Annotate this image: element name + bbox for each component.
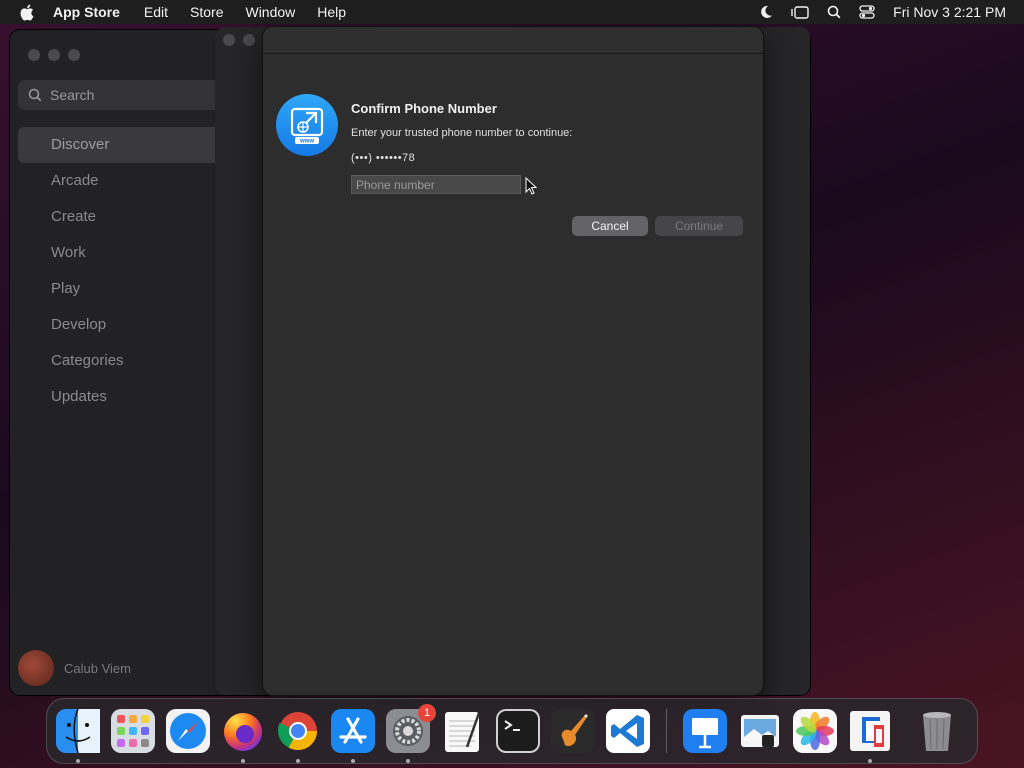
app-store-icon (331, 709, 375, 753)
running-indicator (296, 759, 300, 763)
dock-keynote[interactable] (683, 709, 727, 753)
trash-icon (923, 712, 951, 751)
dock-system-settings[interactable]: 1 (386, 704, 436, 763)
control-center-icon[interactable] (859, 5, 875, 19)
account-button[interactable]: Calub Viem (18, 650, 131, 686)
svg-text:www: www (299, 139, 314, 145)
user-name: Calub Viem (64, 660, 131, 676)
menu-help[interactable]: Help (317, 4, 346, 20)
dock-photos[interactable] (793, 709, 837, 753)
sidebar-item-categories[interactable]: Categories (18, 343, 215, 379)
safari-icon (166, 709, 210, 753)
sidebar-item-play[interactable]: Play (18, 271, 215, 307)
vscode-icon (606, 709, 650, 753)
mouse-pointer-icon (525, 176, 538, 200)
running-indicator (241, 759, 245, 763)
search-placeholder: Search (50, 87, 95, 103)
menu-bar-extras: Fri Nov 3 2:21 PM (759, 0, 1006, 24)
search-field[interactable]: Search (18, 80, 215, 110)
dock-terminal[interactable] (496, 709, 540, 753)
spotlight-search-icon[interactable] (827, 5, 841, 19)
masked-phone-number: (•••) ••••••78 (351, 152, 416, 164)
firefox-icon (224, 713, 262, 751)
web-link-icon: www (276, 94, 338, 156)
running-indicator (76, 759, 80, 763)
menu-bar: App Store Edit Store Window Help Fri Nov… (0, 0, 1024, 24)
menu-edit[interactable]: Edit (144, 4, 168, 20)
dock-launchpad[interactable] (111, 709, 155, 753)
dock-preview[interactable] (738, 709, 782, 753)
phone-number-input[interactable] (351, 175, 521, 194)
running-indicator (406, 759, 410, 763)
keynote-icon (683, 709, 727, 753)
zoom-button[interactable] (68, 49, 80, 61)
dock-trash[interactable] (915, 709, 959, 753)
dock-chrome[interactable] (276, 709, 320, 763)
cancel-button[interactable]: Cancel (572, 216, 648, 236)
stage-manager-icon[interactable] (791, 5, 809, 19)
dock-safari[interactable] (166, 709, 210, 753)
textedit-icon (445, 712, 481, 752)
sidebar-item-updates[interactable]: Updates (18, 379, 215, 415)
close-button[interactable] (28, 49, 40, 61)
sidebar: Search Discover Arcade Create Work Play … (10, 30, 215, 695)
minimize-button[interactable] (243, 34, 255, 46)
sidebar-item-create[interactable]: Create (18, 199, 215, 235)
sidebar-item-develop[interactable]: Develop (18, 307, 215, 343)
dialog-title: Confirm Phone Number (351, 101, 497, 116)
dock-finder[interactable] (56, 709, 100, 763)
menu-store[interactable]: Store (190, 4, 223, 20)
finder-icon (56, 709, 100, 753)
notification-badge: 1 (418, 704, 436, 722)
menu-clock[interactable]: Fri Nov 3 2:21 PM (893, 4, 1006, 20)
sidebar-item-discover[interactable]: Discover (18, 127, 215, 163)
photos-icon (793, 709, 837, 753)
running-indicator (351, 759, 355, 763)
menu-window[interactable]: Window (245, 4, 295, 20)
confirm-phone-dialog: www Confirm Phone Number Enter your trus… (263, 27, 763, 695)
minimize-button[interactable] (48, 49, 60, 61)
garageband-icon (551, 709, 595, 753)
dialog-subtitle: Enter your trusted phone number to conti… (351, 127, 573, 139)
search-icon (28, 88, 42, 102)
menu-app-name[interactable]: App Store (53, 4, 120, 20)
dock-app-store[interactable] (331, 709, 375, 763)
sidebar-item-arcade[interactable]: Arcade (18, 163, 215, 199)
window-controls (28, 49, 80, 61)
window-controls (223, 34, 255, 46)
preview-icon (741, 715, 779, 747)
dock-vscode[interactable] (606, 709, 650, 753)
continue-button[interactable]: Continue (655, 216, 743, 236)
apple-menu-icon[interactable] (19, 4, 35, 21)
launchpad-icon (111, 709, 155, 753)
dock-textedit[interactable] (441, 709, 485, 753)
dock-app-store-window[interactable] (848, 709, 892, 763)
running-indicator (868, 759, 872, 763)
dock-garageband[interactable] (551, 709, 595, 753)
close-button[interactable] (223, 34, 235, 46)
chrome-icon (277, 712, 318, 751)
terminal-icon (496, 709, 540, 753)
avatar (18, 650, 54, 686)
dock-firefox[interactable] (221, 709, 265, 763)
dark-mode-moon-icon[interactable] (759, 5, 773, 19)
window-thumbnail-icon (850, 711, 890, 751)
sidebar-list: Discover Arcade Create Work Play Develop… (18, 127, 215, 415)
dock-separator (666, 709, 667, 753)
dialog-titlebar (263, 27, 763, 54)
dock: 1 (46, 698, 978, 764)
sidebar-item-work[interactable]: Work (18, 235, 215, 271)
